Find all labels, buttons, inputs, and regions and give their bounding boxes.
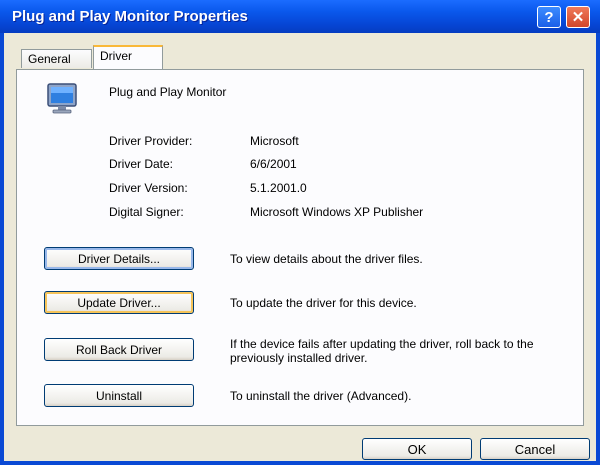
- ok-button[interactable]: OK: [362, 438, 472, 460]
- roll-back-driver-button[interactable]: Roll Back Driver: [44, 338, 194, 361]
- update-driver-button[interactable]: Update Driver...: [44, 291, 194, 314]
- driver-details-button[interactable]: Driver Details...: [44, 247, 194, 270]
- close-button[interactable]: ✕: [566, 6, 590, 28]
- tab-general[interactable]: General: [21, 49, 92, 68]
- driver-tab-panel: Plug and Play Monitor Driver Provider: M…: [16, 69, 584, 426]
- cancel-button[interactable]: Cancel: [480, 438, 590, 460]
- help-icon: ?: [544, 8, 554, 26]
- device-name: Plug and Play Monitor: [109, 85, 227, 99]
- driver-date-label: Driver Date:: [109, 157, 174, 171]
- help-button[interactable]: ?: [537, 6, 561, 28]
- properties-dialog: Plug and Play Monitor Properties ? ✕ Gen…: [0, 0, 600, 465]
- driver-provider-label: Driver Provider:: [109, 134, 193, 148]
- uninstall-button[interactable]: Uninstall: [44, 384, 194, 407]
- monitor-icon: [47, 83, 77, 114]
- close-icon: ✕: [571, 9, 585, 26]
- window-title: Plug and Play Monitor Properties: [12, 8, 248, 25]
- driver-version-label: Driver Version:: [109, 181, 188, 195]
- driver-date-value: 6/6/2001: [250, 157, 297, 171]
- update-driver-description: To update the driver for this device.: [230, 296, 417, 310]
- tab-driver[interactable]: Driver: [93, 45, 163, 69]
- digital-signer-value: Microsoft Windows XP Publisher: [250, 205, 424, 219]
- driver-details-description: To view details about the driver files.: [230, 252, 423, 266]
- driver-provider-value: Microsoft: [250, 134, 299, 148]
- digital-signer-label: Digital Signer:: [109, 205, 184, 219]
- driver-version-value: 5.1.2001.0: [250, 181, 307, 195]
- roll-back-driver-description: If the device fails after updating the d…: [230, 337, 534, 365]
- uninstall-description: To uninstall the driver (Advanced).: [230, 389, 412, 403]
- title-bar[interactable]: Plug and Play Monitor Properties ? ✕: [0, 0, 600, 33]
